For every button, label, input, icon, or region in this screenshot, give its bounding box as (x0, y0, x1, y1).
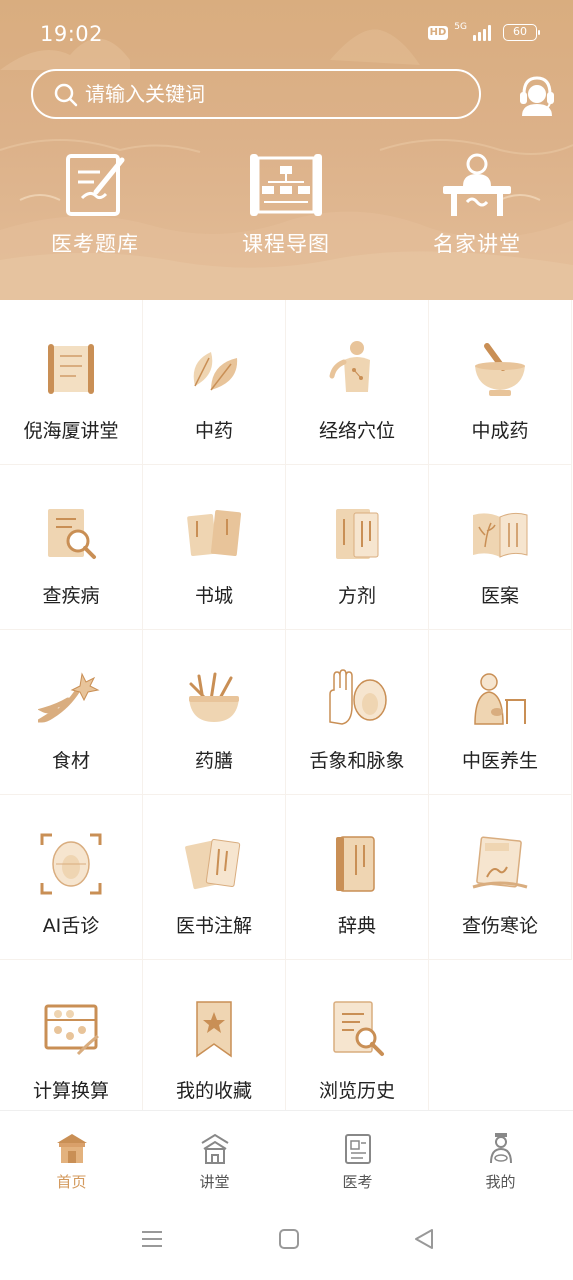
quick-link-label: 医考题库 (51, 232, 139, 256)
system-navigation-bar (0, 1205, 573, 1280)
status-bar: 19:02 HD 5G 60 (0, 0, 573, 70)
tab-label: 讲堂 (199, 1173, 230, 1191)
ginseng-icon (38, 672, 100, 723)
grid-item-medical-cases[interactable]: 医案 (429, 465, 572, 630)
dictionary-icon (336, 836, 375, 892)
herb-leaves-icon (193, 352, 238, 391)
grid-item-prescriptions[interactable]: 方剂 (286, 465, 429, 630)
grid-item-ni-haixia-lecture[interactable]: 倪海厦讲堂 (0, 300, 143, 465)
header-banner: 19:02 HD 5G 60 请输入关键词 医考题库 课程导图 名家讲堂 (0, 0, 573, 300)
mortar-pestle-icon (475, 343, 525, 396)
tab-label: 我的 (485, 1173, 516, 1191)
grid-item-label: 医案 (480, 585, 519, 607)
lecture-temple-icon (200, 1133, 229, 1164)
grid-item-tcm-health[interactable]: 中医养生 (429, 630, 572, 795)
feature-grid: 倪海厦讲堂 中药 经络穴位 中成药 查疾病 书城 方剂 医案 食材 药膳 舌象和… (0, 300, 573, 1125)
grid-item-patent-medicine[interactable]: 中成药 (429, 300, 572, 465)
grid-item-herbs[interactable]: 中药 (143, 300, 286, 465)
home-pavilion-icon (56, 1134, 87, 1163)
grid-item-browse-history[interactable]: 浏览历史 (286, 960, 429, 1125)
tab-exam[interactable]: 医考 (286, 1131, 429, 1201)
grid-item-label: 我的收藏 (175, 1080, 252, 1102)
grid-item-food-ingredients[interactable]: 食材 (0, 630, 143, 795)
battery-icon: 60 (503, 24, 540, 41)
grid-item-herbal-diet[interactable]: 药膳 (143, 630, 286, 795)
grid-item-label: 浏览历史 (318, 1080, 395, 1102)
grid-item-tongue-and-pulse[interactable]: 舌象和脉象 (286, 630, 429, 795)
shanghan-book-icon (472, 836, 528, 889)
grid-item-label: 辞典 (337, 915, 376, 937)
back-triangle-icon[interactable] (412, 1227, 436, 1251)
course-map-icon (250, 154, 322, 216)
tab-mine[interactable]: 我的 (429, 1131, 572, 1201)
bookmark-star-icon (196, 1001, 232, 1058)
home-square-icon[interactable] (277, 1227, 301, 1251)
grid-item-label: 医书注解 (175, 915, 252, 937)
grid-item-label: 书城 (194, 585, 233, 607)
grid-item-ai-tongue-diagnosis[interactable]: AI舌诊 (0, 795, 143, 960)
app-screen: 19:02 HD 5G 60 请输入关键词 医考题库 课程导图 名家讲堂 倪海厦… (0, 0, 573, 1280)
grid-item-label: 中医养生 (461, 750, 538, 772)
annotated-books-icon (185, 839, 241, 890)
grid-item-label: 查伤寒论 (461, 915, 538, 937)
network-type: 5G (454, 22, 467, 32)
tab-label: 首页 (56, 1173, 87, 1191)
hd-badge: HD (427, 25, 449, 40)
grid-item-calculation[interactable]: 计算换算 (0, 960, 143, 1125)
status-time: 19:02 (40, 22, 104, 46)
abacus-icon (44, 1004, 99, 1056)
profile-figure-icon (489, 1133, 512, 1164)
search-input[interactable] (85, 71, 465, 117)
customer-service-icon[interactable] (512, 70, 562, 120)
quick-link-expert-lecture[interactable]: 名家讲堂 (392, 150, 562, 275)
grid-item-label: 药膳 (194, 750, 233, 772)
grid-item-label: AI舌诊 (42, 915, 100, 937)
grid-item-label: 食材 (51, 750, 90, 772)
medical-case-icon (473, 512, 528, 558)
grid-item-label: 中药 (194, 420, 233, 442)
exam-card-icon (344, 1134, 371, 1164)
grid-item-label: 经络穴位 (318, 420, 395, 442)
grid-item-label: 方剂 (337, 585, 376, 607)
grid-item-book-store[interactable]: 书城 (143, 465, 286, 630)
grid-item-meridian-acupoints[interactable]: 经络穴位 (286, 300, 429, 465)
tab-lecture[interactable]: 讲堂 (143, 1131, 286, 1201)
prescription-icon (336, 509, 379, 559)
quick-link-label: 课程导图 (242, 232, 330, 256)
grid-item-label: 舌象和脉象 (309, 750, 405, 772)
grid-item-shanghan-lun[interactable]: 查伤寒论 (429, 795, 572, 960)
status-indicators: HD 5G 60 (427, 22, 540, 41)
menu-icon[interactable] (140, 1227, 164, 1251)
acupoint-body-icon (329, 341, 370, 392)
tcm-health-icon (474, 673, 526, 725)
bottom-tab-bar: 首页 讲堂 医考 我的 (0, 1110, 573, 1205)
quick-link-course-map[interactable]: 课程导图 (201, 150, 371, 275)
grid-item-my-favorites[interactable]: 我的收藏 (143, 960, 286, 1125)
grid-item-label: 中成药 (471, 420, 529, 442)
grid-item-dictionary[interactable]: 辞典 (286, 795, 429, 960)
ai-tongue-scan-icon (40, 833, 102, 895)
history-doc-icon (333, 1001, 384, 1056)
expert-lecture-icon (443, 153, 511, 216)
scroll-icon (48, 344, 94, 394)
quick-link-exam-bank[interactable]: 医考题库 (10, 150, 180, 275)
grid-item-disease-search[interactable]: 查疾病 (0, 465, 143, 630)
books-icon (187, 509, 242, 557)
tab-home[interactable]: 首页 (0, 1131, 143, 1201)
grid-item-label: 倪海厦讲堂 (23, 420, 119, 442)
grid-item-label: 计算换算 (32, 1080, 109, 1102)
herbal-diet-icon (189, 672, 239, 722)
grid-item-annotated-books[interactable]: 医书注解 (143, 795, 286, 960)
tongue-pulse-icon (329, 669, 387, 725)
exam-question-bank-icon (66, 154, 125, 216)
tab-label: 医考 (342, 1173, 373, 1191)
search-bar[interactable] (31, 69, 481, 119)
search-icon (54, 83, 78, 107)
disease-search-icon (48, 509, 96, 559)
signal-strength-icon (473, 24, 491, 41)
grid-item-label: 查疾病 (42, 585, 100, 607)
quick-link-label: 名家讲堂 (433, 232, 521, 256)
